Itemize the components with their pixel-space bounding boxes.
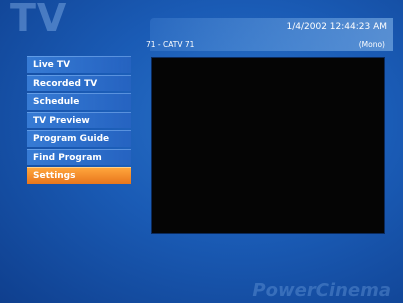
menu-item-schedule[interactable]: Schedule: [27, 93, 131, 110]
menu-item-program-guide[interactable]: Program Guide: [27, 130, 131, 147]
menu-item-tv-preview[interactable]: TV Preview: [27, 111, 131, 128]
app-window: TV 1/4/2002 12:44:23 AM 71 - CATV 71 (Mo…: [0, 0, 403, 303]
main-menu: Live TV Recorded TV Schedule TV Preview …: [27, 56, 131, 186]
menu-item-find-program[interactable]: Find Program: [27, 148, 131, 165]
menu-item-live-tv[interactable]: Live TV: [27, 56, 131, 73]
section-title: TV: [10, 0, 68, 40]
channel-label: 71 - CATV 71: [146, 40, 195, 49]
menu-item-recorded-tv[interactable]: Recorded TV: [27, 74, 131, 91]
audio-mode-label: (Mono): [358, 40, 385, 49]
date-time: 1/4/2002 12:44:23 AM: [286, 22, 388, 32]
app-logo: PowerCinema: [252, 280, 391, 301]
menu-item-settings[interactable]: Settings: [27, 167, 131, 184]
video-preview[interactable]: [151, 57, 385, 234]
